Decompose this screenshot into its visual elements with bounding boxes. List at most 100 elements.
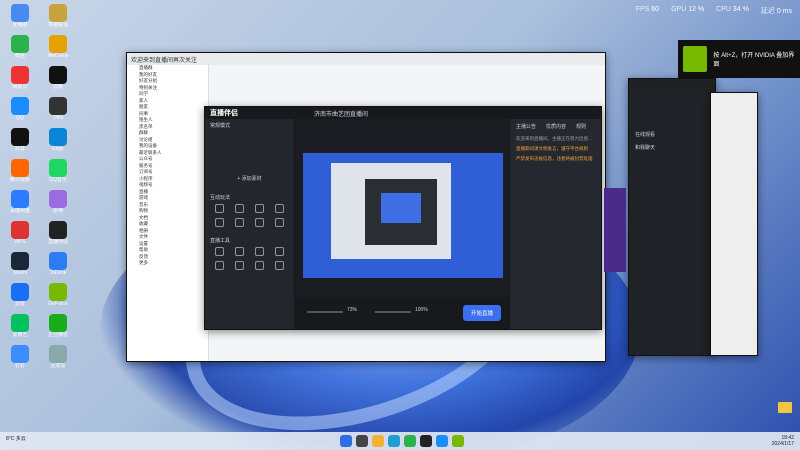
desktop-app-icon[interactable]: QQ — [6, 97, 34, 121]
nested-window — [381, 193, 421, 223]
interact-tool[interactable] — [211, 204, 229, 214]
desktop-app-icon[interactable]: 直播伴侣 — [44, 221, 72, 245]
stream-tool[interactable] — [270, 247, 288, 257]
app-glyph-icon — [49, 190, 67, 208]
app-glyph-icon — [11, 345, 29, 363]
weather-desc: 多云 — [15, 436, 26, 442]
stream-tool[interactable] — [211, 247, 229, 257]
desktop-app-icon[interactable]: 腾讯视频 — [6, 159, 34, 183]
desktop-app-icon[interactable]: Edge — [44, 128, 72, 152]
app-glyph-icon — [11, 4, 29, 22]
desktop-app-icon[interactable]: 企业微信 — [44, 314, 72, 338]
app-glyph-icon — [11, 283, 29, 301]
volume-value: 100% — [415, 307, 428, 313]
side-app-titlebar[interactable] — [629, 79, 715, 91]
interact-tool[interactable] — [211, 218, 229, 228]
folder-icon[interactable] — [778, 402, 792, 413]
side-panel-window[interactable] — [710, 92, 758, 356]
right-tab[interactable]: 优质内容 — [546, 123, 566, 130]
desktop-app-icon[interactable]: ToDesk — [44, 252, 72, 276]
clock-date: 2024/1/17 — [771, 441, 794, 447]
desktop-app-icon[interactable]: 钉钉 — [6, 345, 34, 369]
chat-titlebar[interactable]: 欢迎来到直播间再次关注 — [127, 53, 605, 65]
right-tab[interactable]: 主播公告 — [516, 123, 536, 130]
desktop-app-icon[interactable]: 原神 — [44, 190, 72, 214]
desktop-icon-label: 企业微信 — [47, 332, 68, 338]
clock[interactable]: 18:42 2024/1/17 — [772, 435, 794, 447]
side-item[interactable]: 和我聊天 — [629, 138, 715, 151]
desktop-icon-label: 直播伴侣 — [47, 239, 68, 245]
desktop-icon-label: OBS — [52, 115, 64, 121]
add-scene-button[interactable]: + 添加素材 — [205, 172, 294, 185]
app-glyph-icon — [11, 35, 29, 53]
contact-row[interactable]: 更多 — [127, 260, 208, 267]
interact-tool[interactable] — [270, 204, 288, 214]
qq-icon[interactable] — [436, 435, 448, 447]
stream-tool[interactable] — [211, 261, 229, 271]
side-app-window[interactable]: 在线观看 和我聊天 — [628, 78, 716, 356]
app-glyph-icon — [11, 159, 29, 177]
interact-tool[interactable] — [251, 204, 269, 214]
interact-tool[interactable] — [231, 218, 249, 228]
preview-canvas[interactable] — [303, 153, 503, 278]
desktop-app-icon[interactable]: 剪映 — [44, 66, 72, 90]
desktop-app-icon[interactable]: 爱奇艺 — [6, 314, 34, 338]
desktop-app-icon[interactable]: 抖音 — [6, 128, 34, 152]
app-glyph-icon — [11, 128, 29, 146]
app-glyph-icon — [49, 66, 67, 84]
desktop-app-icon[interactable]: 百度网盘 — [6, 190, 34, 214]
stream-tool[interactable] — [251, 261, 269, 271]
desktop-app-icon[interactable]: WPS — [6, 221, 34, 245]
desktop-app-icon[interactable]: WeGame — [44, 35, 72, 59]
desktop-icon-label: 微信 — [14, 53, 25, 59]
stream-tool[interactable] — [231, 261, 249, 271]
desktop-app-icon[interactable]: 英雄联盟 — [44, 4, 72, 28]
stream-tool[interactable] — [231, 247, 249, 257]
desktop-icon-label: 回收站 — [50, 363, 66, 369]
right-tab[interactable]: 规则 — [576, 123, 586, 130]
app-glyph-icon — [49, 159, 67, 177]
preview-bottom-bar: 73% 100% 开始直播 — [295, 297, 509, 329]
interact-title: 互动玩法 — [210, 195, 231, 201]
weather-widget[interactable]: 8°C 多云 — [6, 435, 26, 442]
side-item[interactable]: 在线观看 — [629, 91, 715, 138]
desktop-icon-label: WPS — [14, 239, 26, 245]
search-icon[interactable] — [356, 435, 368, 447]
chat-contact-list[interactable]: 直播群 我的好友 好友分组 特别关注 同学 家人 朋友 同事 陌生人 黑名单 群聊 讨论组 我的设备 最近… — [127, 65, 209, 361]
nvidia-notification[interactable]: 按 Alt+Z，打开 NVIDIA 叠加界面 — [678, 40, 800, 78]
desktop-icon-label: WeGame — [47, 53, 69, 59]
desktop-icon-label: 腾讯视频 — [9, 177, 30, 183]
start-icon[interactable] — [340, 435, 352, 447]
stream-app-icon[interactable] — [420, 435, 432, 447]
file-explorer-icon[interactable] — [372, 435, 384, 447]
stream-tool[interactable] — [251, 247, 269, 257]
interact-tool[interactable] — [251, 218, 269, 228]
volume-slider[interactable] — [375, 311, 411, 313]
desktop-app-icon[interactable]: 微信 — [6, 35, 34, 59]
notice-text: 欢迎来到直播间，主播正在努力连接... — [516, 136, 592, 141]
app-glyph-icon — [11, 252, 29, 270]
app-glyph-icon — [11, 314, 29, 332]
desktop-app-icon[interactable]: OBS — [44, 97, 72, 121]
desktop-app-icon[interactable]: QQ音乐 — [44, 159, 72, 183]
desktop-app-icon[interactable]: 回收站 — [44, 345, 72, 369]
edge-icon[interactable] — [388, 435, 400, 447]
stream-app-window[interactable]: 直播伴侣 济南市曲艺团直播间 常规模式 + 添加素材 互动玩法 直播工具 73%… — [204, 106, 602, 330]
app-glyph-icon — [49, 283, 67, 301]
interact-tool[interactable] — [231, 204, 249, 214]
wechat-icon[interactable] — [404, 435, 416, 447]
desktop-app-icon[interactable]: 网易云 — [6, 66, 34, 90]
scene-mode-select[interactable]: 常规模式 — [205, 119, 294, 132]
desktop-icon-label: 剪映 — [52, 84, 63, 90]
desktop-app-icon[interactable]: GeForce — [44, 283, 72, 307]
desktop-app-icon[interactable]: 迅雷 — [6, 283, 34, 307]
interact-tool[interactable] — [270, 218, 288, 228]
go-live-button[interactable]: 开始直播 — [462, 305, 501, 321]
desktop-app-icon[interactable]: 此电脑 — [6, 4, 34, 28]
stream-tool[interactable] — [270, 261, 288, 271]
nvidia-icon[interactable] — [452, 435, 464, 447]
side-tab[interactable] — [604, 188, 626, 272]
desktop-app-icon[interactable]: Steam — [6, 252, 34, 276]
taskbar: 8°C 多云 18:42 2024/1/17 — [0, 432, 800, 450]
mic-slider[interactable] — [307, 311, 343, 313]
